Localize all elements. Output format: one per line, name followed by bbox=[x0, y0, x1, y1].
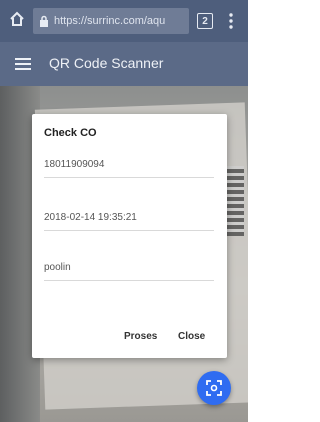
datetime-value: 2018-02-14 19:35:21 bbox=[44, 212, 137, 223]
app-bar: QR Code Scanner bbox=[0, 42, 248, 86]
home-icon[interactable] bbox=[8, 10, 26, 28]
user-field[interactable]: poolin bbox=[44, 255, 214, 281]
more-vert-icon[interactable] bbox=[228, 12, 234, 30]
close-button[interactable]: Close bbox=[178, 331, 205, 342]
dialog-title: Check CO bbox=[44, 127, 97, 139]
lock-icon bbox=[40, 15, 48, 27]
proses-button[interactable]: Proses bbox=[124, 331, 157, 342]
address-bar[interactable]: https://surrinc.com/aqu bbox=[33, 8, 189, 34]
co-number-field[interactable]: 18011909094 bbox=[44, 152, 214, 178]
check-co-dialog: Check CO 18011909094 2018-02-14 19:35:21… bbox=[32, 114, 227, 358]
co-number-value: 18011909094 bbox=[44, 159, 105, 170]
page-title: QR Code Scanner bbox=[49, 55, 164, 71]
datetime-field[interactable]: 2018-02-14 19:35:21 bbox=[44, 205, 214, 231]
url-text: https://surrinc.com/aqu bbox=[54, 15, 166, 27]
tab-switcher-icon[interactable]: 2 bbox=[197, 13, 213, 29]
qr-scan-icon bbox=[206, 380, 222, 396]
menu-icon[interactable] bbox=[15, 57, 31, 71]
user-value: poolin bbox=[44, 262, 71, 273]
browser-toolbar: https://surrinc.com/aqu 2 bbox=[0, 0, 248, 42]
scan-button[interactable] bbox=[197, 371, 231, 405]
